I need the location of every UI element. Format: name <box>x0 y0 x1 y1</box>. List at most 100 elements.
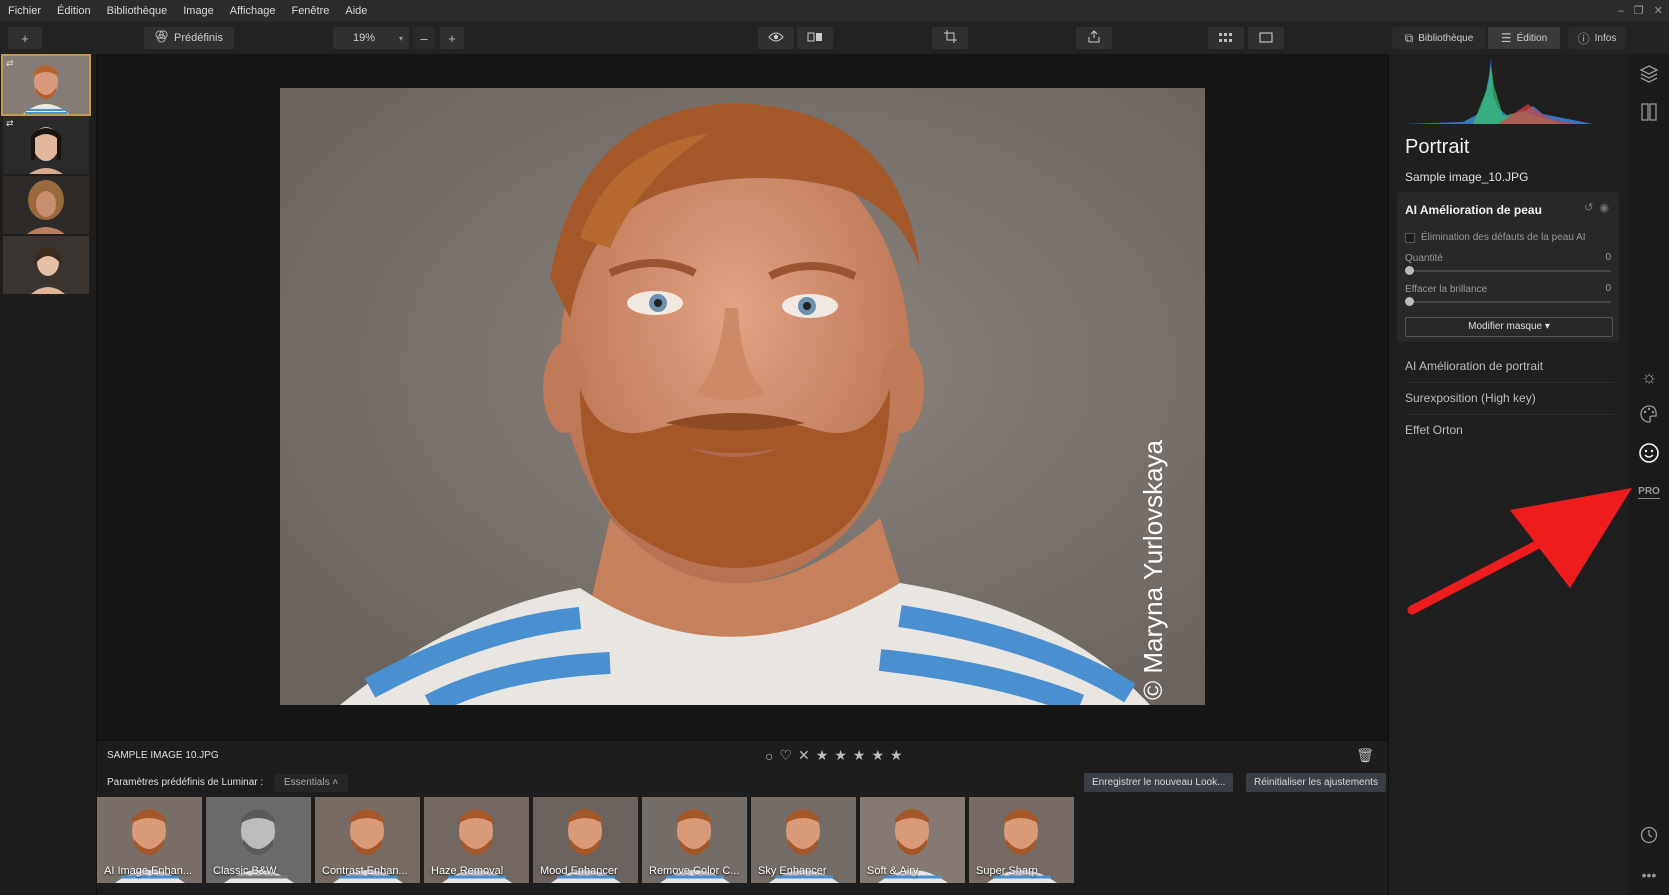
visibility-icon[interactable]: ◉ <box>1599 201 1609 214</box>
portrait-thumb-image <box>3 116 89 174</box>
crop-button[interactable] <box>932 27 968 49</box>
portrait-thumb-image <box>3 56 89 114</box>
menu-image[interactable]: Image <box>175 0 222 22</box>
history-icon[interactable] <box>1638 826 1660 848</box>
palette-icon[interactable] <box>1638 404 1660 426</box>
tab-library[interactable]: ⧉ Bibliothèque <box>1392 27 1486 49</box>
zoom-out-button[interactable]: – <box>413 27 435 49</box>
compare-button[interactable] <box>797 27 833 49</box>
preset-label: Sky Enhancer <box>758 865 827 877</box>
window-controls: – ❐ ✕ <box>1618 0 1663 22</box>
tab-edit[interactable]: ☰ Édition <box>1488 27 1560 49</box>
pro-icon[interactable]: PRO <box>1638 486 1660 499</box>
menu-bibliotheque[interactable]: Bibliothèque <box>99 0 176 22</box>
presets-icon <box>155 30 168 46</box>
menu-fichier[interactable]: Fichier <box>0 0 49 22</box>
checkbox-label: Élimination des défauts de la peau AI <box>1421 232 1586 243</box>
preset-thumb[interactable]: AI Image Enhan... <box>97 797 202 883</box>
thumbnail-woman-curly-hair[interactable] <box>3 176 89 234</box>
tab-info[interactable]: ⓘ Infos <box>1568 27 1626 49</box>
maximize-icon[interactable]: ❐ <box>1634 0 1644 22</box>
photo-watermark: © Maryna Yurlovskaya <box>1138 439 1168 700</box>
presets-label: Paramètres prédéfinis de Luminar : <box>107 777 264 788</box>
close-icon[interactable]: ✕ <box>1654 0 1663 22</box>
shine-removal-slider[interactable]: Effacer la brillance 0 <box>1405 283 1611 306</box>
preset-thumb[interactable]: Classic B&W <box>206 797 311 883</box>
filmstrip: ⇄ ⇄ <box>0 54 97 895</box>
eye-icon <box>768 31 784 46</box>
zoom-select[interactable]: 19% ▾ <box>333 27 409 49</box>
star-1-icon[interactable]: ★ <box>816 747 829 764</box>
thumbnail-man-red-beard[interactable]: ⇄ <box>1 54 91 116</box>
sun-icon[interactable]: ☼ <box>1638 366 1660 388</box>
preview-toggle-button[interactable] <box>758 27 794 49</box>
slider-knob[interactable] <box>1405 297 1414 306</box>
preset-label: Haze Removal <box>431 865 504 877</box>
slider-knob[interactable] <box>1405 266 1414 275</box>
chevron-down-icon: ▾ <box>398 33 403 43</box>
edit-panel: Portrait Sample image_10.JPG AI Améliora… <box>1388 54 1629 895</box>
tool-orton-effect[interactable]: Effet Orton <box>1405 414 1615 446</box>
presets-button[interactable]: Prédéfinis <box>144 27 234 49</box>
preset-thumb[interactable]: Contrast Enhan... <box>315 797 420 883</box>
thumbnail-asian-woman[interactable]: ⇄ <box>3 116 89 174</box>
more-icon[interactable]: ••• <box>1638 864 1660 886</box>
preset-label: Classic B&W <box>213 865 277 877</box>
tool-card-title[interactable]: AI Amélioration de peau <box>1405 203 1542 217</box>
reject-icon[interactable]: ✕ <box>798 747 810 764</box>
image-filename: SAMPLE IMAGE 10.JPG <box>107 750 219 761</box>
canvas-icon[interactable] <box>1638 102 1660 124</box>
amount-slider[interactable]: Quantité 0 <box>1405 252 1611 275</box>
tool-card-actions: ↺ ◉ <box>1584 201 1609 214</box>
edited-icon: ⇄ <box>6 118 14 128</box>
slider-track[interactable] <box>1405 270 1611 272</box>
preset-thumb[interactable]: Soft & Airy <box>860 797 965 883</box>
menu-edition[interactable]: Édition <box>49 0 99 22</box>
save-look-button[interactable]: Enregistrer le nouveau Look... <box>1084 773 1234 792</box>
share-icon <box>1088 30 1100 46</box>
star-5-icon[interactable]: ★ <box>890 747 903 764</box>
portrait-thumb-image <box>3 176 89 234</box>
trash-icon[interactable]: 🗑 <box>1356 747 1374 764</box>
color-label-icon[interactable]: ○ <box>765 748 773 764</box>
library-icon: ⧉ <box>1404 30 1414 45</box>
star-3-icon[interactable]: ★ <box>853 747 866 764</box>
preset-thumb[interactable]: Mood Enhancer <box>533 797 638 883</box>
preset-thumb[interactable]: Haze Removal <box>424 797 529 883</box>
slider-label: Quantité <box>1405 253 1443 264</box>
favorite-heart-icon[interactable]: ♡ <box>779 747 792 764</box>
plus-icon: + <box>448 30 456 46</box>
preset-thumb[interactable]: Super Sharp <box>969 797 1074 883</box>
preset-thumb[interactable]: Remove Color C... <box>642 797 747 883</box>
edit-mask-button[interactable]: Modifier masque ▾ <box>1405 317 1613 337</box>
presets-bar: Paramètres prédéfinis de Luminar : Essen… <box>97 770 1388 796</box>
star-2-icon[interactable]: ★ <box>834 747 847 764</box>
single-view-button[interactable] <box>1248 27 1284 49</box>
presets-category-select[interactable]: Essentials ˄ <box>274 774 349 792</box>
add-photo-button[interactable]: + <box>8 27 42 49</box>
portrait-thumb-image <box>3 236 89 294</box>
tool-portrait-enhancer[interactable]: AI Amélioration de portrait <box>1405 350 1615 383</box>
edited-icon: ⇄ <box>6 58 14 68</box>
layers-icon[interactable] <box>1638 64 1660 86</box>
minimize-icon[interactable]: – <box>1618 0 1624 22</box>
grid-view-button[interactable] <box>1208 27 1244 49</box>
face-icon[interactable] <box>1638 442 1660 464</box>
star-4-icon[interactable]: ★ <box>871 747 884 764</box>
skin-defects-checkbox[interactable]: Élimination des défauts de la peau AI <box>1405 232 1586 243</box>
menu-fenetre[interactable]: Fenêtre <box>283 0 337 22</box>
tool-high-key[interactable]: Surexposition (High key) <box>1405 382 1615 415</box>
slider-track[interactable] <box>1405 301 1611 303</box>
menu-affichage[interactable]: Affichage <box>222 0 284 22</box>
undo-icon[interactable]: ↺ <box>1584 201 1593 214</box>
thumbnail-smiling-woman[interactable] <box>3 236 89 294</box>
zoom-in-button[interactable]: + <box>440 27 464 49</box>
reset-adjustments-button[interactable]: Réinitialiser les ajustements <box>1246 773 1386 792</box>
checkbox-box[interactable] <box>1405 232 1415 243</box>
main-photo[interactable] <box>280 88 1205 705</box>
preset-label: Mood Enhancer <box>540 865 618 877</box>
menu-aide[interactable]: Aide <box>337 0 375 22</box>
tab-library-label: Bibliothèque <box>1418 32 1474 44</box>
share-button[interactable] <box>1076 27 1112 49</box>
preset-thumb[interactable]: Sky Enhancer <box>751 797 856 883</box>
